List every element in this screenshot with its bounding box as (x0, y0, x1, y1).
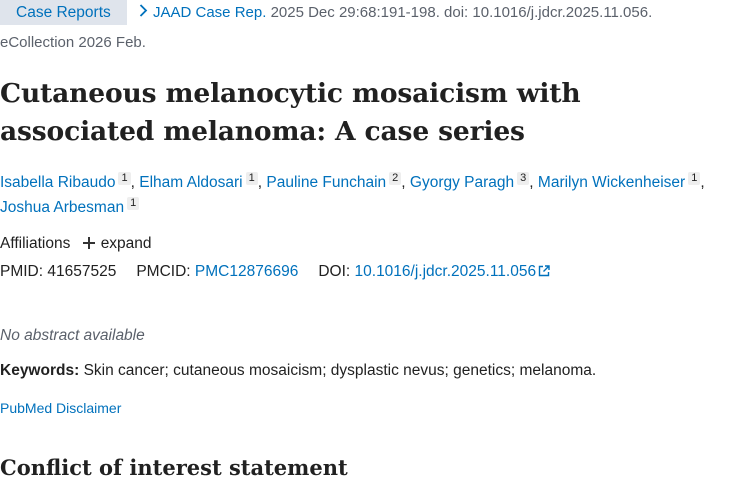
affiliation-marker[interactable]: 1 (245, 172, 258, 185)
author-list: Isabella Ribaudo 1, Elham Aldosari 1, Paul… (0, 172, 705, 216)
pubmed-disclaimer-link[interactable]: PubMed Disclaimer (0, 400, 121, 416)
affiliations-label: Affiliations (0, 235, 71, 252)
affiliation-marker[interactable]: 1 (118, 172, 131, 185)
keywords-label: Keywords: (0, 362, 80, 379)
plus-icon (82, 237, 95, 249)
citation-line: JAAD Case Rep. 2025 Dec 29:68:191-198. d… (139, 4, 652, 21)
author-link[interactable]: Joshua Arbesman (0, 199, 124, 216)
keywords-row: Keywords: Skin cancer; cutaneous mosaici… (0, 362, 596, 380)
expand-label: expand (100, 235, 152, 252)
author-link[interactable]: Elham Aldosari (139, 174, 242, 191)
affiliation-marker[interactable]: 2 (389, 172, 402, 185)
affiliation-marker[interactable]: 1 (688, 172, 701, 185)
citation-header: Case Reports JAAD Case Rep. 2025 Dec 29:… (0, 0, 750, 28)
ecollection-date: eCollection 2026 Feb. (0, 34, 146, 51)
pmid-value: 41657525 (47, 263, 117, 280)
author-link[interactable]: Gyorgy Paragh (410, 174, 514, 191)
keywords-text: Skin cancer; cutaneous mosaicism; dyspla… (83, 362, 597, 379)
author-link[interactable]: Pauline Funchain (266, 174, 386, 191)
pmcid-label: PMCID: (136, 263, 191, 280)
author-link[interactable]: Isabella Ribaudo (0, 174, 115, 191)
citation-details: 2025 Dec 29:68:191-198. doi: 10.1016/j.j… (270, 4, 653, 21)
chevron-right-icon[interactable] (139, 4, 148, 21)
affiliation-marker[interactable]: 3 (517, 172, 530, 185)
author-link[interactable]: Marilyn Wickenheiser (538, 174, 685, 191)
external-link-icon[interactable] (538, 264, 550, 282)
journal-link[interactable]: JAAD Case Rep. (153, 4, 266, 21)
pmcid-link[interactable]: PMC12876696 (195, 263, 298, 280)
doi-link[interactable]: 10.1016/j.jdcr.2025.11.056 (355, 263, 537, 280)
affiliation-marker[interactable]: 1 (127, 197, 140, 210)
doi-label: DOI: (318, 263, 351, 280)
article-title: Cutaneous melanocytic mosaicism with ass… (0, 78, 581, 147)
pmid-label: PMID: (0, 263, 44, 280)
conflict-of-interest-heading: Conflict of interest statement (0, 455, 348, 480)
identifiers-row: PMID: 41657525 PMCID: PMC12876696 DOI: 10.… (0, 263, 550, 282)
affiliations-row: Affiliations expand (0, 235, 152, 253)
article-type-badge[interactable]: Case Reports (0, 0, 127, 25)
no-abstract-notice: No abstract available (0, 327, 145, 344)
expand-affiliations-button[interactable]: expand (82, 235, 152, 253)
